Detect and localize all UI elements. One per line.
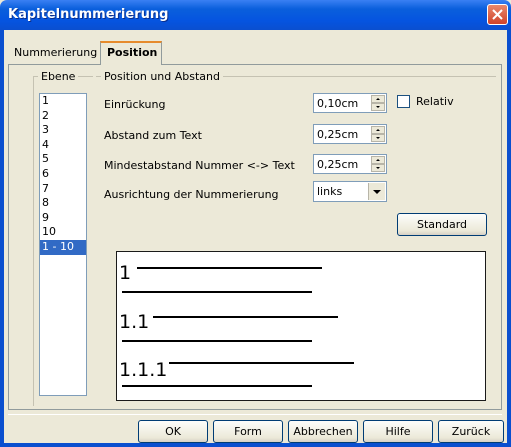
spin-up-icon[interactable]: [371, 126, 385, 134]
list-item[interactable]: 5: [40, 152, 86, 167]
spin-down-icon[interactable]: [371, 134, 385, 142]
preview-line: [122, 291, 312, 293]
min-distance-value[interactable]: 0,25cm: [317, 158, 358, 171]
list-item[interactable]: 3: [40, 123, 86, 138]
position-group-label: Position und Abstand: [101, 70, 223, 83]
text-distance-spinner[interactable]: 0,25cm: [313, 124, 387, 144]
list-item[interactable]: 10: [40, 225, 86, 240]
list-item[interactable]: 9: [40, 211, 86, 226]
list-item[interactable]: 7: [40, 182, 86, 197]
list-item[interactable]: 6: [40, 167, 86, 182]
alignment-value[interactable]: links: [317, 185, 342, 198]
list-item[interactable]: 1: [40, 94, 86, 109]
indent-spinner[interactable]: 0,10cm: [313, 93, 387, 113]
reset-button[interactable]: Zurück: [438, 420, 504, 443]
window-title: Kapitelnummerierung: [8, 7, 169, 22]
list-item-selected[interactable]: 1 - 10: [40, 239, 86, 255]
form-button[interactable]: Form: [213, 420, 283, 443]
help-button[interactable]: Hilfe: [363, 420, 433, 443]
relative-label[interactable]: Relativ: [416, 95, 454, 108]
preview-level-2: 1.1: [119, 311, 150, 333]
alignment-select[interactable]: links: [313, 181, 387, 202]
close-icon: [492, 9, 503, 20]
preview-line: [122, 385, 312, 387]
levels-list[interactable]: 1 2 3 4 5 6 7 8 9 10 1 - 10: [39, 93, 87, 396]
numbering-preview: 1 1.1 1.1.1: [116, 251, 486, 401]
tab-position[interactable]: Position: [100, 41, 162, 65]
tab-nummerierung[interactable]: Nummerierung: [8, 43, 100, 63]
ok-button[interactable]: OK: [138, 420, 208, 443]
divider: [8, 414, 502, 415]
levels-group-border: [33, 76, 34, 406]
spin-down-icon[interactable]: [371, 103, 385, 111]
indent-label: Einrückung: [104, 98, 166, 111]
list-item[interactable]: 2: [40, 109, 86, 124]
preview-level-1: 1: [119, 262, 132, 284]
alignment-label: Ausrichtung der Nummerierung: [104, 188, 279, 201]
spin-down-icon[interactable]: [371, 164, 385, 172]
preview-line: [169, 362, 354, 364]
preview-line: [137, 267, 322, 269]
list-item[interactable]: 4: [40, 138, 86, 153]
list-item[interactable]: 8: [40, 196, 86, 211]
title-bar: Kapitelnummerierung: [0, 0, 511, 30]
relative-checkbox[interactable]: [397, 95, 410, 108]
spin-up-icon[interactable]: [371, 156, 385, 164]
preview-level-3: 1.1.1: [119, 359, 168, 381]
text-distance-value[interactable]: 0,25cm: [317, 128, 358, 141]
spin-up-icon[interactable]: [371, 95, 385, 103]
cancel-button[interactable]: Abbrechen: [288, 420, 358, 443]
indent-value[interactable]: 0,10cm: [317, 97, 358, 110]
default-button[interactable]: Standard: [397, 213, 487, 236]
window-frame-right: [507, 30, 511, 447]
close-button[interactable]: [487, 4, 508, 25]
preview-line: [122, 340, 312, 342]
text-distance-label: Abstand zum Text: [104, 129, 202, 142]
preview-line: [153, 316, 338, 318]
window-frame-left: [0, 30, 4, 447]
chevron-down-icon[interactable]: [368, 183, 385, 200]
levels-label: Ebene: [38, 70, 79, 83]
min-distance-label: Mindestabstand Nummer <-> Text: [104, 159, 295, 172]
min-distance-spinner[interactable]: 0,25cm: [313, 154, 387, 174]
window-frame-bottom: [0, 443, 511, 447]
